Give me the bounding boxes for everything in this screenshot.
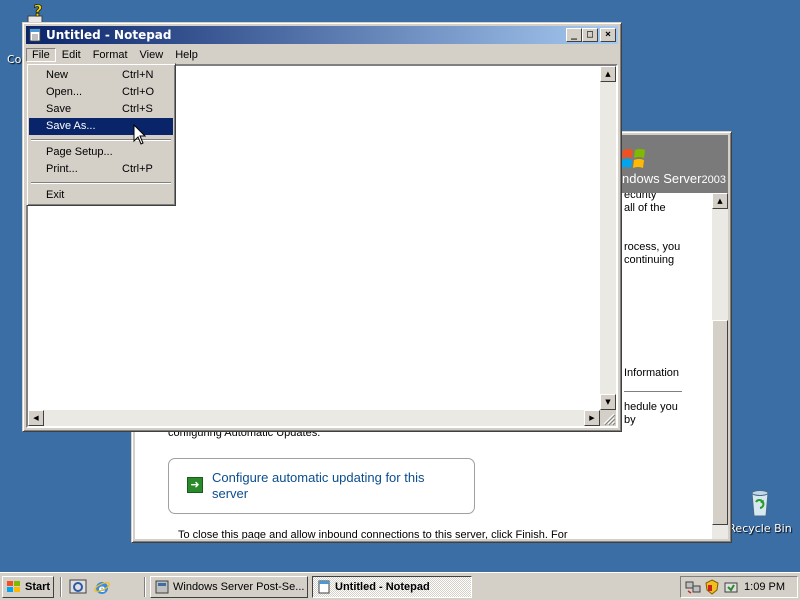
menu-item-new-label: New — [46, 69, 69, 81]
task-notepad[interactable]: Untitled - Notepad — [312, 576, 472, 598]
menu-item-exit-label: Exit — [46, 189, 65, 201]
menu-item-open-label: Open... — [46, 86, 83, 98]
internet-explorer-icon[interactable]: e — [93, 578, 111, 596]
desktop-icon-recycle-bin[interactable]: Recycle Bin — [728, 486, 792, 535]
menu-view[interactable]: View — [134, 48, 170, 62]
logo-product-text: ndows Server — [622, 171, 702, 186]
menu-item-save-as[interactable]: Save As... — [29, 118, 173, 135]
network-tray-icon[interactable] — [685, 579, 701, 595]
quicklaunch-separator — [144, 577, 146, 597]
menu-item-new-shortcut: Ctrl+N — [122, 69, 154, 81]
menu-item-print-shortcut: Ctrl+P — [122, 163, 153, 175]
menu-edit[interactable]: Edit — [56, 48, 87, 62]
menu-help[interactable]: Help — [169, 48, 204, 62]
arrow-right-icon: ➜ — [187, 477, 203, 493]
post-scroll-thumb[interactable] — [712, 320, 728, 525]
security-tray-icon[interactable] — [704, 579, 720, 595]
recycle-bin-icon — [751, 490, 769, 517]
notepad-titlebar[interactable]: Untitled - Notepad _ □ × — [26, 26, 618, 44]
quicklaunch-separator — [60, 577, 62, 597]
notepad-icon — [29, 28, 41, 42]
scroll-up-button[interactable]: ▲ — [600, 66, 616, 82]
updates-tray-icon[interactable] — [723, 579, 739, 595]
resize-grip-icon[interactable] — [600, 410, 616, 426]
windows-flag-icon — [7, 581, 20, 592]
close-button[interactable]: × — [600, 28, 616, 42]
system-tray: 1:09 PM — [680, 576, 798, 598]
windows-server-logo-text: ndows Server2003 — [622, 171, 726, 186]
configure-updates-box[interactable]: ➜ Configure automatic updating for this … — [168, 458, 475, 514]
menu-item-save[interactable]: Save Ctrl+S — [29, 101, 173, 118]
post-footer-text: To close this page and allow inbound con… — [178, 529, 568, 539]
menu-format[interactable]: Format — [87, 48, 134, 62]
menu-item-exit[interactable]: Exit — [29, 187, 173, 204]
task-post-setup[interactable]: Windows Server Post-Se... — [150, 576, 308, 598]
notepad-title: Untitled - Notepad — [46, 28, 172, 42]
desktop-icon-top-label: Co — [7, 53, 22, 66]
server-manage-icon[interactable] — [69, 579, 87, 595]
task-notepad-label: Untitled - Notepad — [335, 581, 430, 593]
menu-item-new[interactable]: New Ctrl+N — [29, 67, 173, 84]
svg-text:?: ? — [33, 2, 42, 20]
file-menu-dropdown: New Ctrl+N Open... Ctrl+O Save Ctrl+S Sa… — [26, 63, 176, 206]
notepad-menubar: File Edit Format View Help — [26, 45, 618, 64]
post-text-fragment-5: Information — [624, 367, 680, 379]
clock[interactable]: 1:09 PM — [744, 581, 785, 593]
post-text-fragment-3: rocess, you — [624, 241, 681, 253]
post-scroll-up-button[interactable]: ▲ — [712, 193, 728, 209]
menu-item-page-setup[interactable]: Page Setup... — [29, 144, 173, 161]
menu-file[interactable]: File — [26, 47, 56, 62]
post-vertical-scrollbar[interactable]: ▲ — [712, 193, 728, 539]
start-label: Start — [25, 581, 51, 593]
menu-item-save-label: Save — [46, 103, 72, 115]
maximize-button[interactable]: □ — [582, 28, 598, 42]
server-window-icon — [155, 580, 169, 594]
scroll-right-button[interactable]: ▶ — [584, 410, 600, 426]
menu-item-open-shortcut: Ctrl+O — [122, 86, 155, 98]
menu-item-open[interactable]: Open... Ctrl+O — [29, 84, 173, 101]
post-divider — [624, 391, 682, 392]
minimize-button[interactable]: _ — [566, 28, 582, 42]
menu-separator — [29, 178, 173, 187]
post-text-fragment-6: hedule you — [624, 401, 678, 413]
notepad-task-icon — [318, 580, 330, 594]
window-controls: _ □ × — [566, 28, 616, 42]
scroll-down-button[interactable]: ▼ — [600, 394, 616, 410]
start-button[interactable]: Start — [2, 576, 54, 598]
configure-updates-link[interactable]: Configure automatic updating for this se… — [212, 470, 462, 502]
menu-item-print-label: Print... — [46, 163, 78, 175]
notepad-horizontal-scrollbar[interactable]: ◀ ▶ — [28, 410, 600, 426]
menu-item-save-as-label: Save As... — [46, 120, 96, 132]
notepad-vertical-scrollbar[interactable]: ▲ ▼ — [600, 66, 616, 410]
mouse-cursor-icon — [133, 124, 147, 145]
menu-separator — [29, 135, 173, 144]
scroll-left-button[interactable]: ◀ — [28, 410, 44, 426]
post-text-fragment-1: ecurity — [624, 193, 657, 201]
recycle-bin-label: Recycle Bin — [728, 522, 792, 535]
post-text-fragment-7: by — [624, 414, 636, 426]
taskbar: Start e Windows Server Post-Se... Untitl… — [0, 572, 800, 600]
help-icon: ? — [27, 1, 43, 25]
task-post-setup-label: Windows Server Post-Se... — [173, 581, 305, 593]
post-text-fragment-4: continuing — [624, 254, 675, 266]
menu-item-page-setup-label: Page Setup... — [46, 146, 113, 158]
logo-year-text: 2003 — [701, 174, 726, 186]
windows-logo-icon — [621, 149, 645, 168]
menu-item-print[interactable]: Print... Ctrl+P — [29, 161, 173, 178]
menu-item-save-shortcut: Ctrl+S — [122, 103, 153, 115]
post-text-fragment-2: all of the — [624, 202, 666, 214]
